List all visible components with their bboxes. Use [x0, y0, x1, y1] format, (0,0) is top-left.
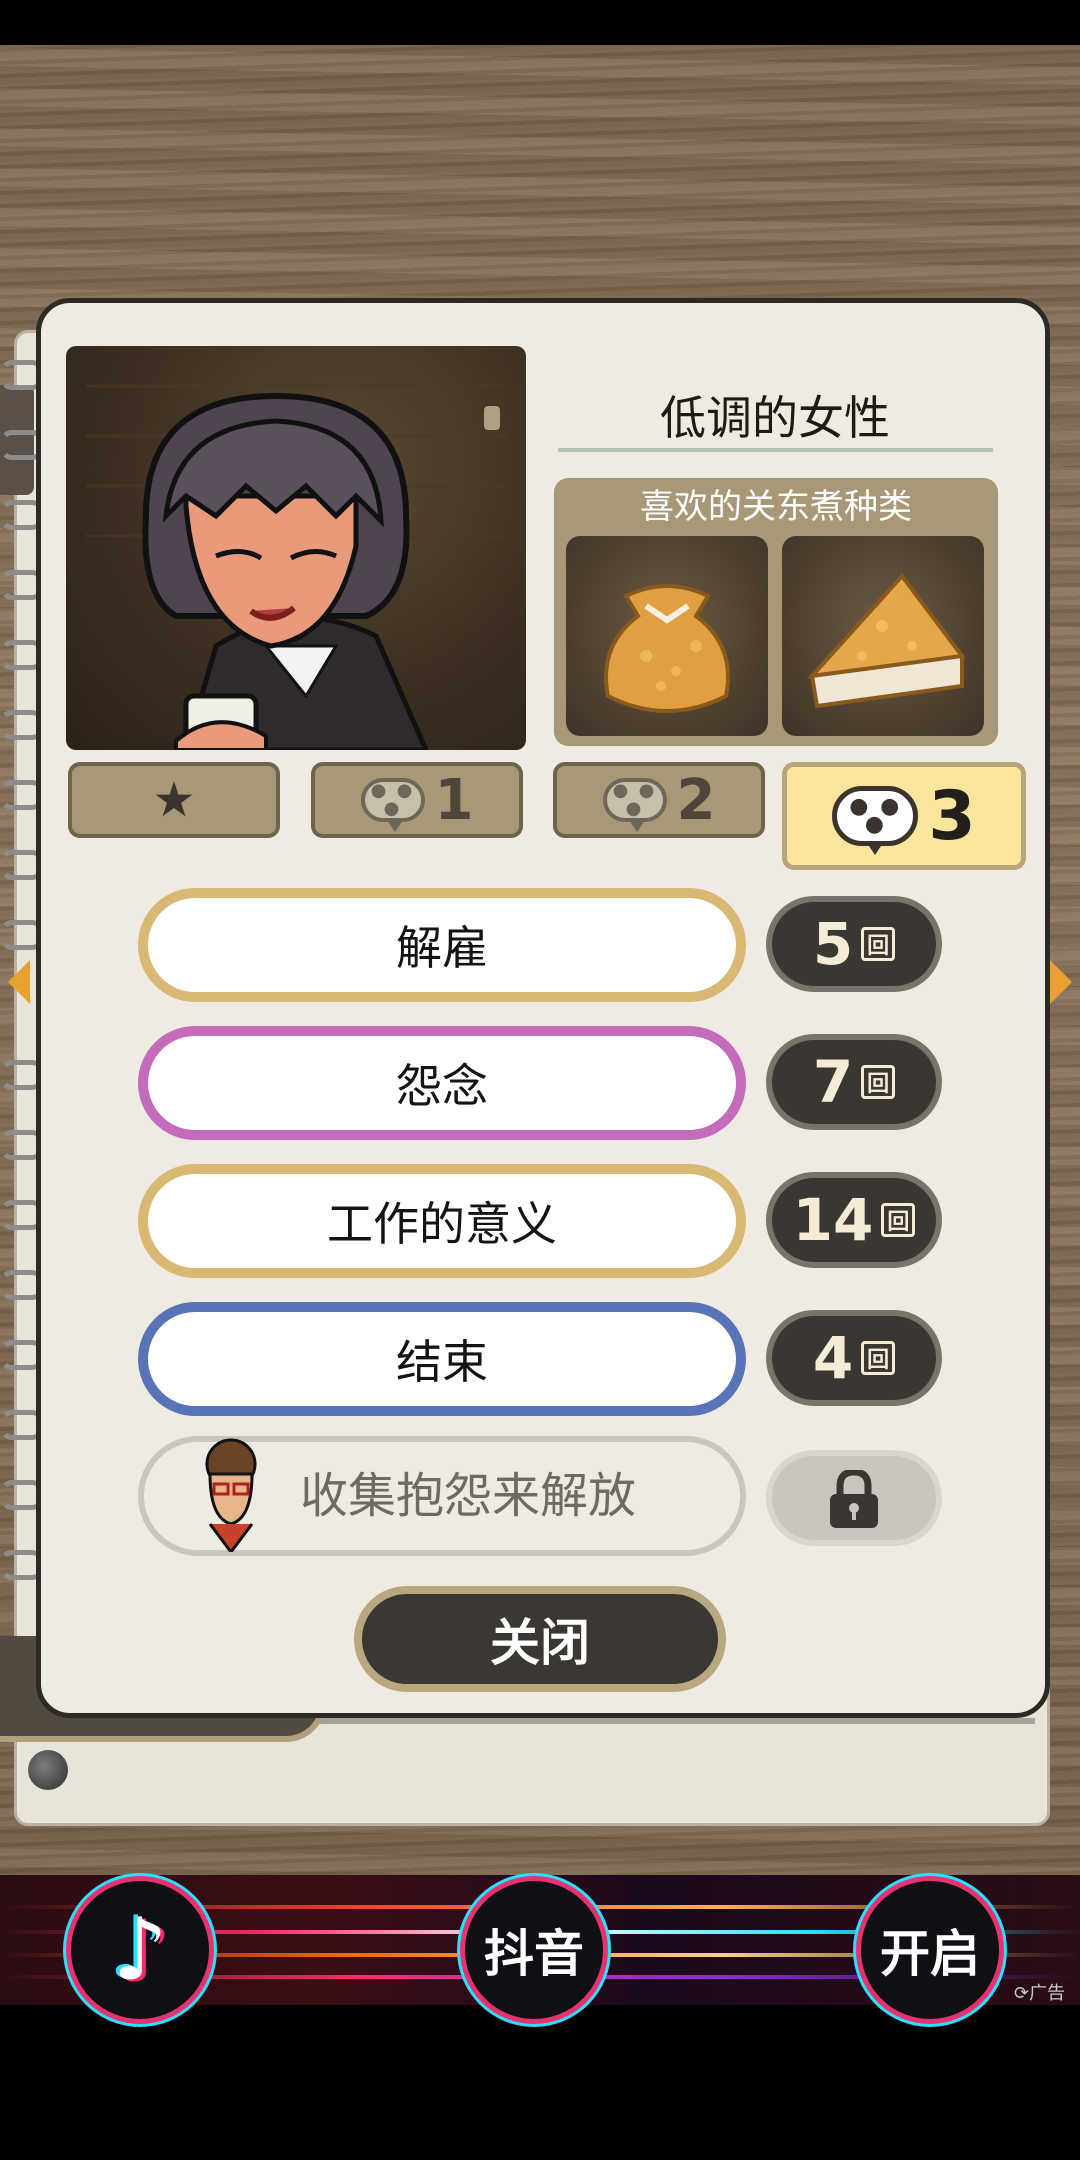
tab-chapter-1[interactable]: ● ● ● 1 — [311, 762, 523, 838]
star-icon: ★ — [152, 772, 196, 828]
douyin-button[interactable]: 抖音 — [460, 1876, 608, 2024]
fried-tofu-icon — [782, 536, 984, 736]
option-label: 工作的意义 — [327, 1197, 557, 1251]
old-man-avatar — [190, 1438, 272, 1555]
next-page-arrow-icon[interactable] — [1050, 960, 1072, 1004]
open-button[interactable]: 开启 — [856, 1876, 1004, 2024]
pin-icon — [28, 1750, 68, 1790]
count-unit: 回 — [861, 1341, 896, 1375]
previous-page-arrow-icon[interactable] — [8, 960, 30, 1004]
tab-chapter-2[interactable]: ● ● ● 2 — [553, 762, 765, 838]
option-count-badge: 4 回 — [766, 1310, 942, 1406]
tab-chapter-3-label: 3 — [928, 776, 976, 856]
character-portrait-art — [86, 384, 506, 750]
option-count-badge: 7 回 — [766, 1034, 942, 1130]
character-name: 低调的女性 — [660, 391, 890, 445]
tab-star[interactable]: ★ — [68, 762, 280, 838]
option-dismissal-button[interactable]: 解雇 — [138, 888, 746, 1002]
name-underline — [558, 448, 993, 452]
option-label: 结束 — [396, 1335, 488, 1389]
speech-bubble-icon: ● ● ● — [602, 778, 667, 832]
option-label: 怨念 — [396, 1059, 488, 1113]
ad-tag-label: 广告 — [1029, 1983, 1066, 2004]
speech-bubble-icon: ● ● ● — [832, 786, 919, 855]
favorite-oden-title: 喜欢的关东煮种类 — [640, 487, 912, 527]
option-count-badge: 14 回 — [766, 1172, 942, 1268]
locked-option-label: 收集抱怨来解放 — [300, 1468, 637, 1524]
count-unit: 回 — [861, 1065, 896, 1099]
option-count: 7 — [812, 1048, 854, 1116]
count-unit: 回 — [861, 927, 896, 961]
tab-chapter-2-label: 2 — [676, 767, 716, 833]
tiktok-logo-button[interactable]: ♪ — [66, 1876, 214, 2024]
option-count: 14 — [792, 1186, 874, 1254]
option-count: 4 — [812, 1324, 854, 1392]
speech-bubble-icon: ● ● ● — [360, 778, 425, 832]
ad-tag: ⟳广告 — [1014, 1982, 1080, 2006]
option-ending-button[interactable]: 结束 — [138, 1302, 746, 1416]
option-grudge-button[interactable]: 怨念 — [138, 1026, 746, 1140]
kinchaku-pouch-icon — [566, 536, 768, 736]
tab-chapter-1-label: 1 — [434, 767, 474, 833]
tiktok-note-icon: ♪ — [112, 1900, 168, 2000]
count-unit: 回 — [881, 1203, 916, 1237]
option-count-badge: 5 回 — [766, 896, 942, 992]
ad-refresh-icon: ⟳ — [1014, 1983, 1030, 2004]
lock-icon — [822, 1468, 886, 1530]
option-count: 5 — [812, 910, 854, 978]
option-meaning-of-work-button[interactable]: 工作的意义 — [138, 1164, 746, 1278]
option-label: 解雇 — [396, 921, 488, 975]
tab-chapter-3[interactable]: ● ● ● 3 — [782, 762, 1026, 870]
character-portrait — [66, 346, 526, 750]
close-button[interactable]: 关闭 — [354, 1586, 726, 1692]
open-label: 开启 — [880, 1925, 980, 1983]
douyin-label: 抖音 — [484, 1925, 584, 1983]
